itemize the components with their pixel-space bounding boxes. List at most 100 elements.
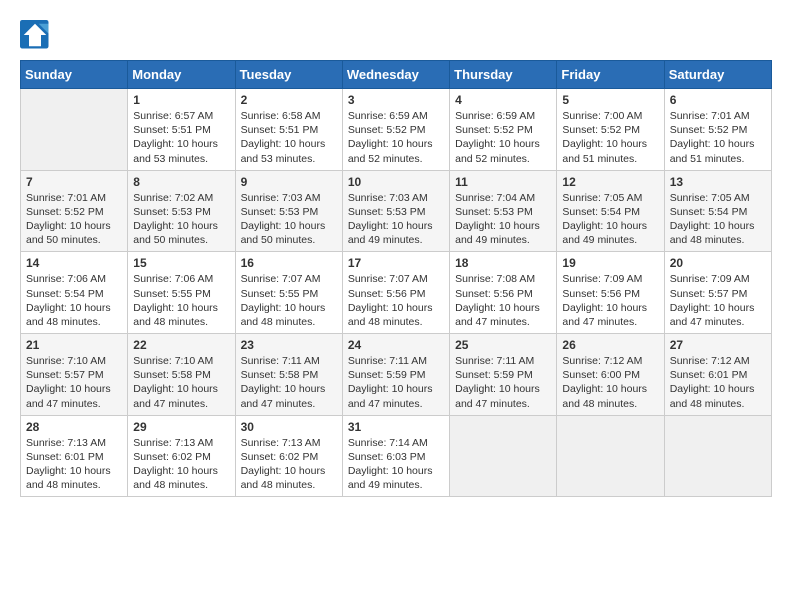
- cell-content: Sunrise: 7:12 AM Sunset: 6:00 PM Dayligh…: [562, 354, 658, 411]
- day-number: 23: [241, 338, 337, 352]
- calendar-header: SundayMondayTuesdayWednesdayThursdayFrid…: [21, 61, 772, 89]
- cell-content: Sunrise: 6:59 AM Sunset: 5:52 PM Dayligh…: [455, 109, 551, 166]
- day-number: 12: [562, 175, 658, 189]
- calendar-cell: 4 Sunrise: 6:59 AM Sunset: 5:52 PM Daylig…: [450, 89, 557, 171]
- calendar-cell: 5 Sunrise: 7:00 AM Sunset: 5:52 PM Daylig…: [557, 89, 664, 171]
- day-number: 31: [348, 420, 444, 434]
- day-number: 24: [348, 338, 444, 352]
- cell-content: Sunrise: 6:59 AM Sunset: 5:52 PM Dayligh…: [348, 109, 444, 166]
- calendar-table: SundayMondayTuesdayWednesdayThursdayFrid…: [20, 60, 772, 497]
- calendar-cell: 2 Sunrise: 6:58 AM Sunset: 5:51 PM Daylig…: [235, 89, 342, 171]
- calendar-cell: 20 Sunrise: 7:09 AM Sunset: 5:57 PM Dayli…: [664, 252, 771, 334]
- calendar-cell: 24Sunrise: 7:11 AM Sunset: 5:59 PM Dayli…: [342, 334, 449, 416]
- cell-content: Sunrise: 7:10 AM Sunset: 5:58 PM Dayligh…: [133, 354, 229, 411]
- cell-content: Sunrise: 7:05 AM Sunset: 5:54 PM Dayligh…: [670, 191, 766, 248]
- day-number: 9: [241, 175, 337, 189]
- day-number: 1: [133, 93, 229, 107]
- calendar-cell: 22 Sunrise: 7:10 AM Sunset: 5:58 PM Dayli…: [128, 334, 235, 416]
- day-header-saturday: Saturday: [664, 61, 771, 89]
- day-number: 14: [26, 256, 122, 270]
- calendar-cell: 18 Sunrise: 7:08 AM Sunset: 5:56 PM Dayli…: [450, 252, 557, 334]
- calendar-cell: 31 Sunrise: 7:14 AM Sunset: 6:03 PM Dayli…: [342, 415, 449, 497]
- cell-content: Sunrise: 7:07 AM Sunset: 5:56 PM Dayligh…: [348, 272, 444, 329]
- day-number: 27: [670, 338, 766, 352]
- calendar-cell: 25 Sunrise: 7:11 AM Sunset: 5:59 PM Dayli…: [450, 334, 557, 416]
- cell-content: Sunrise: 7:03 AM Sunset: 5:53 PM Dayligh…: [241, 191, 337, 248]
- calendar-cell: [21, 89, 128, 171]
- day-number: 17: [348, 256, 444, 270]
- calendar-cell: 7 Sunrise: 7:01 AM Sunset: 5:52 PM Daylig…: [21, 170, 128, 252]
- calendar-cell: 15 Sunrise: 7:06 AM Sunset: 5:55 PM Dayli…: [128, 252, 235, 334]
- calendar-cell: 10 Sunrise: 7:03 AM Sunset: 5:53 PM Dayli…: [342, 170, 449, 252]
- calendar-cell: 26Sunrise: 7:12 AM Sunset: 6:00 PM Dayli…: [557, 334, 664, 416]
- cell-content: Sunrise: 7:13 AM Sunset: 6:02 PM Dayligh…: [241, 436, 337, 493]
- cell-content: Sunrise: 7:09 AM Sunset: 5:56 PM Dayligh…: [562, 272, 658, 329]
- calendar-cell: 8Sunrise: 7:02 AM Sunset: 5:53 PM Daylig…: [128, 170, 235, 252]
- day-number: 30: [241, 420, 337, 434]
- calendar-cell: 19 Sunrise: 7:09 AM Sunset: 5:56 PM Dayli…: [557, 252, 664, 334]
- cell-content: Sunrise: 7:01 AM Sunset: 5:52 PM Dayligh…: [26, 191, 122, 248]
- calendar-cell: 14 Sunrise: 7:06 AM Sunset: 5:54 PM Dayli…: [21, 252, 128, 334]
- cell-content: Sunrise: 7:13 AM Sunset: 6:02 PM Dayligh…: [133, 436, 229, 493]
- cell-content: Sunrise: 7:11 AM Sunset: 5:58 PM Dayligh…: [241, 354, 337, 411]
- cell-content: Sunrise: 7:03 AM Sunset: 5:53 PM Dayligh…: [348, 191, 444, 248]
- day-number: 15: [133, 256, 229, 270]
- cell-content: Sunrise: 7:08 AM Sunset: 5:56 PM Dayligh…: [455, 272, 551, 329]
- cell-content: Sunrise: 7:13 AM Sunset: 6:01 PM Dayligh…: [26, 436, 122, 493]
- day-number: 10: [348, 175, 444, 189]
- logo: [20, 20, 54, 50]
- day-number: 2: [241, 93, 337, 107]
- calendar-cell: 3 Sunrise: 6:59 AM Sunset: 5:52 PM Daylig…: [342, 89, 449, 171]
- day-header-monday: Monday: [128, 61, 235, 89]
- day-header-sunday: Sunday: [21, 61, 128, 89]
- calendar-body: 1Sunrise: 6:57 AM Sunset: 5:51 PM Daylig…: [21, 89, 772, 497]
- day-number: 19: [562, 256, 658, 270]
- page-header: [20, 20, 772, 50]
- cell-content: Sunrise: 7:11 AM Sunset: 5:59 PM Dayligh…: [455, 354, 551, 411]
- cell-content: Sunrise: 7:01 AM Sunset: 5:52 PM Dayligh…: [670, 109, 766, 166]
- calendar-cell: 1Sunrise: 6:57 AM Sunset: 5:51 PM Daylig…: [128, 89, 235, 171]
- week-row-5: 28Sunrise: 7:13 AM Sunset: 6:01 PM Dayli…: [21, 415, 772, 497]
- day-number: 6: [670, 93, 766, 107]
- cell-content: Sunrise: 6:58 AM Sunset: 5:51 PM Dayligh…: [241, 109, 337, 166]
- day-number: 18: [455, 256, 551, 270]
- cell-content: Sunrise: 7:06 AM Sunset: 5:55 PM Dayligh…: [133, 272, 229, 329]
- header-row: SundayMondayTuesdayWednesdayThursdayFrid…: [21, 61, 772, 89]
- calendar-cell: 29Sunrise: 7:13 AM Sunset: 6:02 PM Dayli…: [128, 415, 235, 497]
- week-row-1: 1Sunrise: 6:57 AM Sunset: 5:51 PM Daylig…: [21, 89, 772, 171]
- calendar-cell: [450, 415, 557, 497]
- calendar-cell: 11Sunrise: 7:04 AM Sunset: 5:53 PM Dayli…: [450, 170, 557, 252]
- cell-content: Sunrise: 7:02 AM Sunset: 5:53 PM Dayligh…: [133, 191, 229, 248]
- day-number: 7: [26, 175, 122, 189]
- day-number: 13: [670, 175, 766, 189]
- calendar-cell: 27Sunrise: 7:12 AM Sunset: 6:01 PM Dayli…: [664, 334, 771, 416]
- cell-content: Sunrise: 7:09 AM Sunset: 5:57 PM Dayligh…: [670, 272, 766, 329]
- cell-content: Sunrise: 7:05 AM Sunset: 5:54 PM Dayligh…: [562, 191, 658, 248]
- day-header-tuesday: Tuesday: [235, 61, 342, 89]
- week-row-2: 7 Sunrise: 7:01 AM Sunset: 5:52 PM Daylig…: [21, 170, 772, 252]
- day-number: 16: [241, 256, 337, 270]
- day-number: 20: [670, 256, 766, 270]
- calendar-cell: [664, 415, 771, 497]
- day-number: 3: [348, 93, 444, 107]
- cell-content: Sunrise: 7:06 AM Sunset: 5:54 PM Dayligh…: [26, 272, 122, 329]
- calendar-cell: 28Sunrise: 7:13 AM Sunset: 6:01 PM Dayli…: [21, 415, 128, 497]
- cell-content: Sunrise: 7:00 AM Sunset: 5:52 PM Dayligh…: [562, 109, 658, 166]
- calendar-cell: [557, 415, 664, 497]
- calendar-cell: 6 Sunrise: 7:01 AM Sunset: 5:52 PM Daylig…: [664, 89, 771, 171]
- calendar-cell: 9 Sunrise: 7:03 AM Sunset: 5:53 PM Daylig…: [235, 170, 342, 252]
- day-number: 4: [455, 93, 551, 107]
- day-header-wednesday: Wednesday: [342, 61, 449, 89]
- cell-content: Sunrise: 7:14 AM Sunset: 6:03 PM Dayligh…: [348, 436, 444, 493]
- week-row-3: 14 Sunrise: 7:06 AM Sunset: 5:54 PM Dayli…: [21, 252, 772, 334]
- calendar-cell: 23 Sunrise: 7:11 AM Sunset: 5:58 PM Dayli…: [235, 334, 342, 416]
- calendar-cell: 13 Sunrise: 7:05 AM Sunset: 5:54 PM Dayli…: [664, 170, 771, 252]
- day-number: 25: [455, 338, 551, 352]
- calendar-cell: 21Sunrise: 7:10 AM Sunset: 5:57 PM Dayli…: [21, 334, 128, 416]
- day-number: 21: [26, 338, 122, 352]
- calendar-cell: 17 Sunrise: 7:07 AM Sunset: 5:56 PM Dayli…: [342, 252, 449, 334]
- calendar-cell: 12 Sunrise: 7:05 AM Sunset: 5:54 PM Dayli…: [557, 170, 664, 252]
- day-header-thursday: Thursday: [450, 61, 557, 89]
- day-number: 22: [133, 338, 229, 352]
- day-number: 5: [562, 93, 658, 107]
